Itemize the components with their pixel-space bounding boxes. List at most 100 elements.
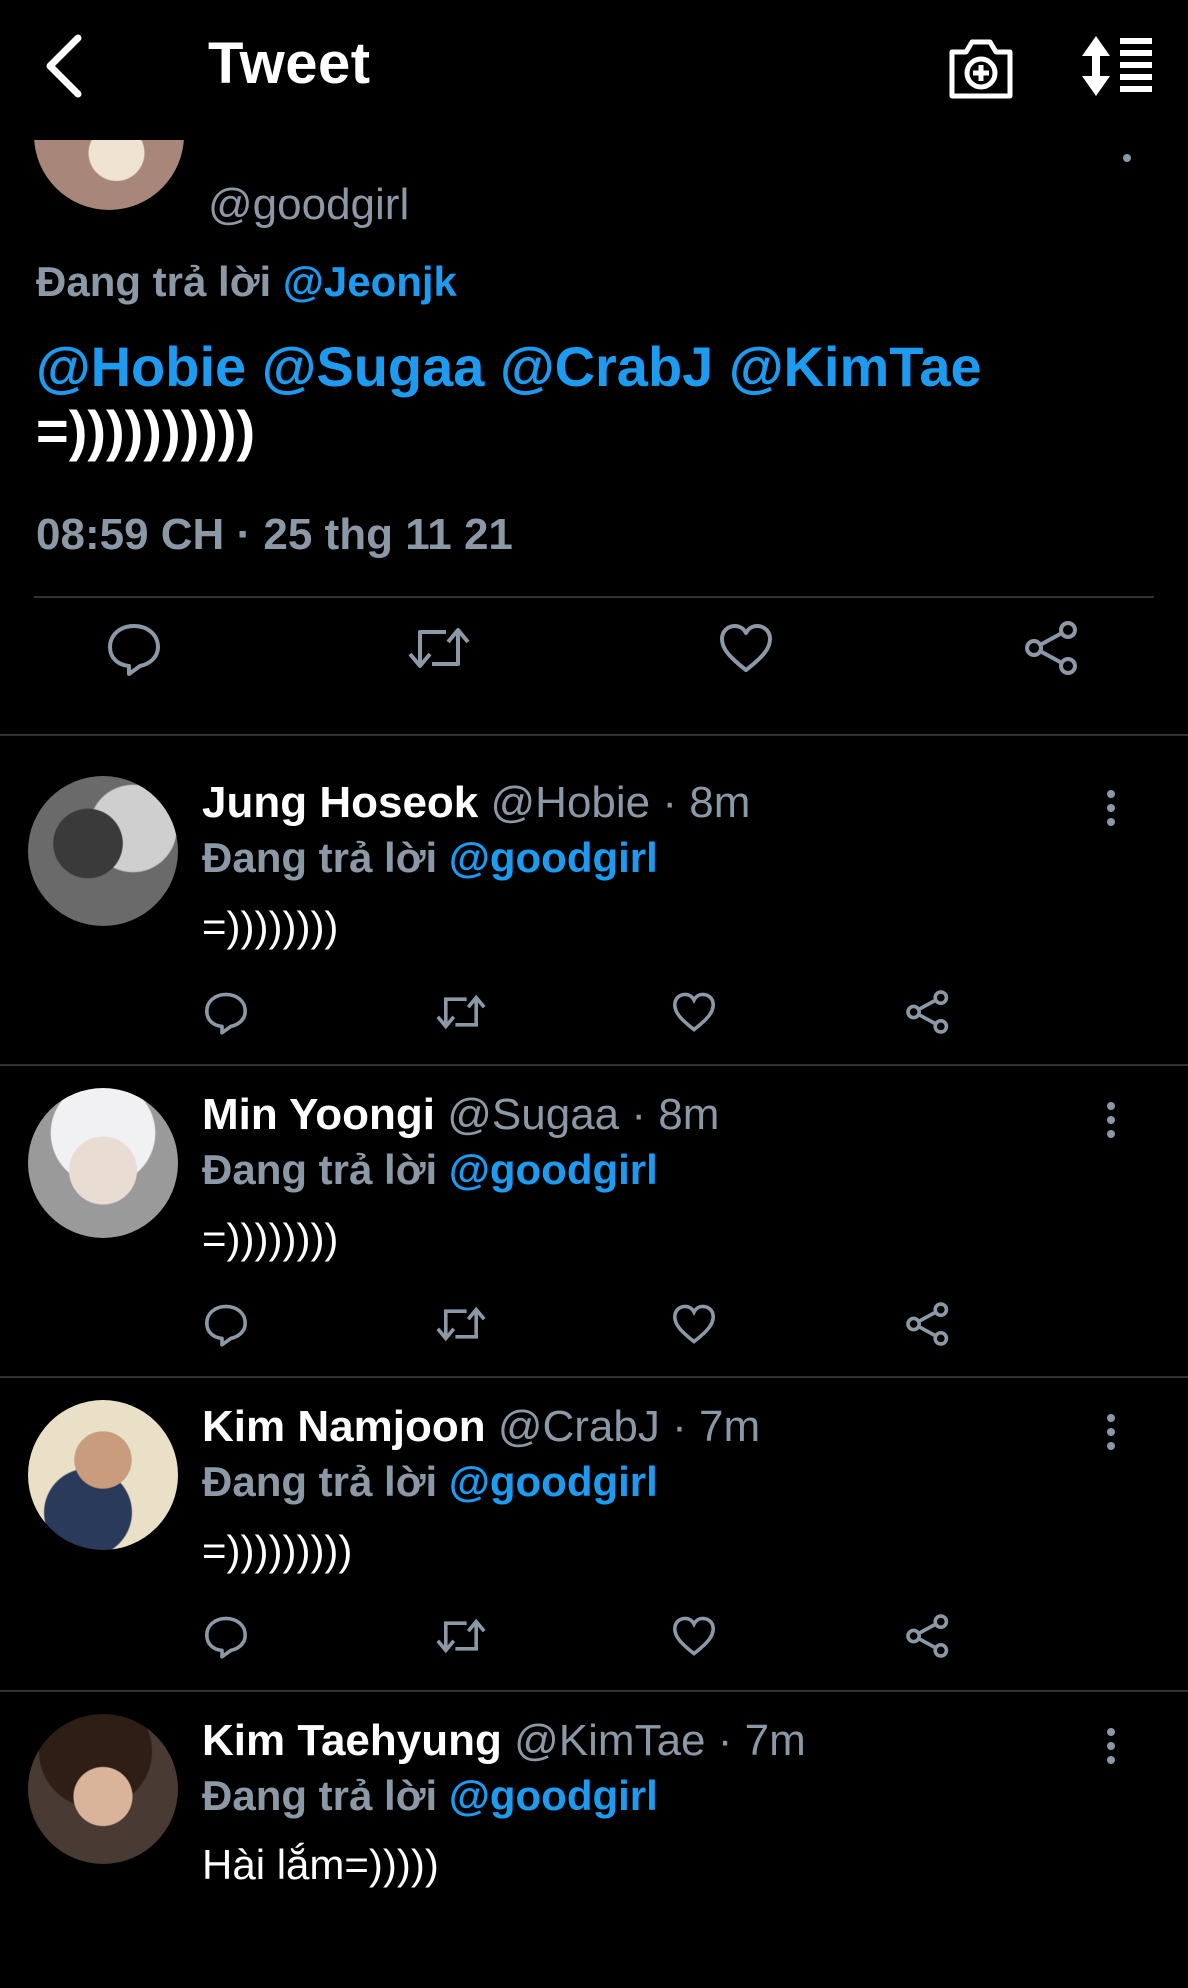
replying-to-line: Đang trả lời @goodgirl: [202, 1772, 658, 1820]
reply-button[interactable]: [202, 1300, 250, 1353]
more-options-button[interactable]: [1098, 1090, 1124, 1150]
like-button[interactable]: [670, 988, 718, 1041]
reply-button[interactable]: [202, 1612, 250, 1665]
retweet-icon: [408, 628, 470, 668]
reply-tweet[interactable]: Kim Taehyung @KimTae · 7m Đang trả lời @…: [0, 1676, 1188, 1988]
reply-text: =)))))))): [202, 1215, 339, 1262]
replying-to-label: Đang trả lời: [36, 258, 272, 305]
replying-to-line: Đang trả lời @goodgirl: [202, 834, 658, 882]
like-button[interactable]: [716, 618, 776, 683]
replying-to-label: Đang trả lời: [202, 1458, 438, 1505]
comment-icon: [205, 992, 247, 1035]
reply-tweet[interactable]: Jung Hoseok @Hobie · 8m Đang trả lời @go…: [0, 738, 1188, 1050]
handle[interactable]: @KimTae: [514, 1716, 705, 1765]
mention-link[interactable]: @KimTae: [729, 335, 982, 398]
retweet-button[interactable]: [434, 988, 488, 1041]
handle[interactable]: @CrabJ: [498, 1402, 660, 1451]
back-button[interactable]: [36, 28, 126, 108]
avatar[interactable]: [28, 1088, 178, 1238]
avatar[interactable]: [28, 1400, 178, 1550]
reply-button[interactable]: [104, 618, 164, 683]
chevron-left-icon: [46, 34, 82, 98]
replying-to-mention[interactable]: @goodgirl: [449, 834, 658, 881]
replying-to-line: Đang trả lời @goodgirl: [202, 1146, 658, 1194]
replying-to-label: Đang trả lời: [202, 1772, 438, 1819]
reply-header: Min Yoongi @Sugaa · 8m: [202, 1090, 719, 1140]
more-vertical-icon: [1107, 1414, 1115, 1450]
retweet-button[interactable]: [434, 1612, 488, 1665]
more-vertical-icon: [1107, 1728, 1115, 1764]
reply-button[interactable]: [202, 988, 250, 1041]
more-vertical-icon: [1107, 1102, 1115, 1138]
share-button[interactable]: [904, 1612, 952, 1665]
retweet-icon: [436, 994, 486, 1030]
retweet-icon: [436, 1618, 486, 1654]
more-options-button[interactable]: [1098, 1402, 1124, 1462]
like-button[interactable]: [670, 1612, 718, 1665]
timestamp: 8m: [658, 1090, 720, 1139]
replying-to-mention[interactable]: @goodgirl: [449, 1146, 658, 1193]
display-name[interactable]: Kim Namjoon: [202, 1402, 486, 1451]
heart-icon: [672, 1616, 716, 1656]
retweet-button[interactable]: [434, 1300, 488, 1353]
heart-icon: [720, 624, 772, 672]
timestamp: 7m: [698, 1402, 761, 1451]
more-vertical-icon: [1123, 154, 1131, 162]
share-icon: [1025, 621, 1077, 675]
share-button[interactable]: [904, 988, 952, 1041]
like-button[interactable]: [670, 1300, 718, 1353]
avatar[interactable]: [28, 776, 178, 926]
avatar[interactable]: [28, 1714, 178, 1864]
share-button[interactable]: [1022, 618, 1082, 683]
handle[interactable]: @Sugaa: [447, 1090, 619, 1139]
display-name[interactable]: Kim Taehyung: [202, 1716, 502, 1765]
more-options-button[interactable]: [1098, 778, 1124, 838]
tweet-timestamp: 08:59 CH · 25 thg 11 21: [36, 510, 513, 559]
reply-actions: [0, 988, 1188, 1048]
replying-to-mention[interactable]: @Jeonjk: [283, 258, 457, 305]
divider: [0, 734, 1188, 736]
reply-tweet[interactable]: Min Yoongi @Sugaa · 8m Đang trả lời @goo…: [0, 1050, 1188, 1362]
reply-text: Hài lắm=))))): [202, 1841, 439, 1888]
camera-button[interactable]: [946, 30, 1016, 105]
heart-icon: [672, 992, 716, 1032]
more-options-button[interactable]: [1098, 1716, 1124, 1776]
separator-dot: ·: [672, 1402, 687, 1451]
separator-dot: ·: [662, 778, 678, 827]
reply-text: =)))))))): [202, 903, 339, 950]
retweet-button[interactable]: [406, 618, 472, 683]
page-title: Tweet: [208, 31, 371, 96]
share-icon: [906, 990, 949, 1034]
sort-list-icon: [1082, 36, 1152, 96]
timestamp: 7m: [744, 1716, 806, 1765]
mention-link[interactable]: @Hobie: [36, 335, 246, 398]
separator-dot: ·: [631, 1090, 647, 1139]
reply-actions: [0, 1300, 1188, 1360]
reply-header: Kim Taehyung @KimTae · 7m: [202, 1716, 806, 1766]
retweet-icon: [436, 1306, 486, 1342]
main-tweet-text: @Hobie @Sugaa @CrabJ @KimTae =)))))))))): [36, 335, 1146, 463]
more-options-button[interactable]: [1122, 150, 1132, 162]
divider: [34, 596, 1154, 598]
main-tweet-handle[interactable]: @goodgirl: [208, 180, 409, 230]
heart-icon: [672, 1304, 716, 1344]
replying-to-line: Đang trả lời @goodgirl: [202, 1458, 658, 1506]
mention-link[interactable]: @CrabJ: [500, 335, 713, 398]
replying-to-label: Đang trả lời: [202, 1146, 438, 1193]
share-icon: [906, 1614, 949, 1658]
replying-to-line: Đang trả lời @Jeonjk: [36, 258, 457, 306]
share-icon: [906, 1302, 949, 1346]
replying-to-mention[interactable]: @goodgirl: [449, 1772, 658, 1819]
mention-link[interactable]: @Sugaa: [262, 335, 485, 398]
replying-to-label: Đang trả lời: [202, 834, 438, 881]
handle[interactable]: @Hobie: [491, 778, 651, 827]
reply-tweet[interactable]: Kim Namjoon @CrabJ · 7m Đang trả lời @go…: [0, 1362, 1188, 1674]
share-button[interactable]: [904, 1300, 952, 1353]
separator-dot: ·: [717, 1716, 733, 1765]
replying-to-mention[interactable]: @goodgirl: [449, 1458, 658, 1505]
display-name[interactable]: Min Yoongi: [202, 1090, 435, 1139]
display-name[interactable]: Jung Hoseok: [202, 778, 478, 827]
avatar[interactable]: [34, 140, 184, 210]
sort-button[interactable]: [1080, 30, 1160, 105]
camera-add-icon: [949, 39, 1013, 99]
